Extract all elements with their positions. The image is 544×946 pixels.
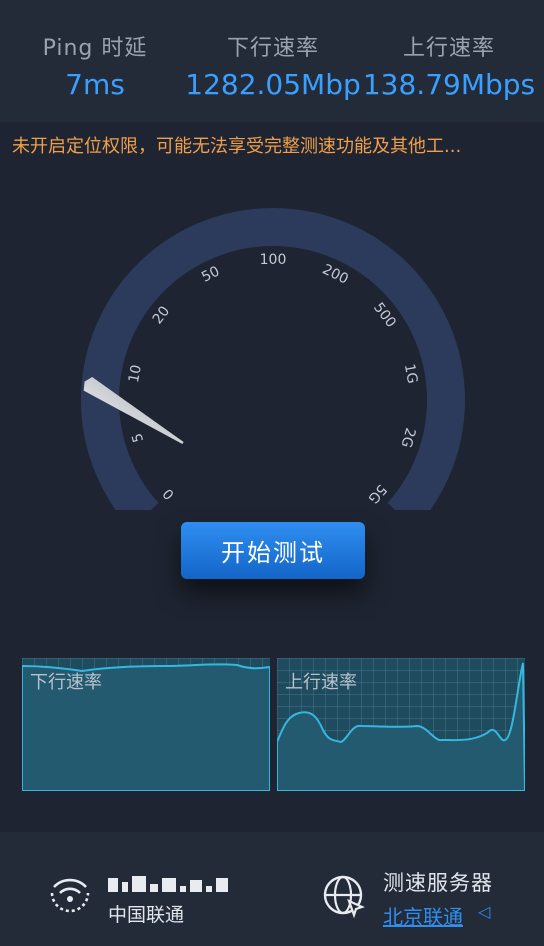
upload-label: 上行速率 bbox=[402, 36, 495, 61]
gauge-tick-label: 20 bbox=[150, 303, 174, 327]
gauge-tick-label: 10 bbox=[126, 364, 145, 385]
gauge-track bbox=[81, 208, 465, 510]
upload-value: 138.79Mbps bbox=[362, 68, 536, 101]
masked-network-name bbox=[108, 876, 228, 892]
gauge-tick-label: 1G bbox=[401, 363, 420, 385]
gauge-tick-label: 5 bbox=[129, 431, 147, 444]
download-value: 1282.05Mbp bbox=[185, 68, 361, 101]
stats-bar: Ping 时延 7ms 下行速率 1282.05Mbp 上行速率 138.79M… bbox=[0, 0, 544, 122]
gauge-tick-label: 2G bbox=[397, 426, 418, 449]
gauge-tick-label: 50 bbox=[199, 263, 222, 285]
gauge-tick-label: 100 bbox=[260, 252, 287, 268]
download-speed-graph: 下行速率 bbox=[22, 658, 270, 791]
download-graph-label: 下行速率 bbox=[30, 672, 102, 693]
globe-server-icon[interactable] bbox=[322, 874, 368, 918]
gauge-tick-labels: 051020501002005001G2G5G bbox=[126, 252, 420, 506]
download-label: 下行速率 bbox=[226, 36, 319, 61]
ping-label: Ping 时延 bbox=[42, 36, 148, 61]
location-permission-warning[interactable]: 未开启定位权限，可能无法享受完整测速功能及其他工... bbox=[12, 132, 536, 158]
start-test-button[interactable]: 开始测试 bbox=[181, 522, 365, 579]
gauge-tick-label: 200 bbox=[320, 261, 351, 287]
gauge-tick-label: 0 bbox=[160, 485, 178, 502]
upload-stat: 上行速率 138.79Mbps bbox=[359, 30, 539, 101]
speed-server-title: 测速服务器 bbox=[383, 871, 493, 895]
speed-gauge: 051020501002005001G2G5G bbox=[81, 208, 465, 510]
isp-name: 中国联通 bbox=[108, 904, 185, 926]
ping-value: 7ms bbox=[65, 68, 125, 101]
download-stat: 下行速率 1282.05Mbp bbox=[183, 30, 363, 101]
speed-server-name[interactable]: 北京联通 bbox=[383, 901, 463, 930]
server-select-caret-icon[interactable]: ◁ bbox=[478, 902, 490, 921]
wifi-network-icon bbox=[50, 878, 90, 913]
ping-stat: Ping 时延 7ms bbox=[5, 30, 185, 101]
upload-graph-label: 上行速率 bbox=[285, 672, 357, 693]
gauge-tick-label: 5G bbox=[364, 481, 389, 506]
upload-speed-graph: 上行速率 bbox=[277, 658, 525, 791]
